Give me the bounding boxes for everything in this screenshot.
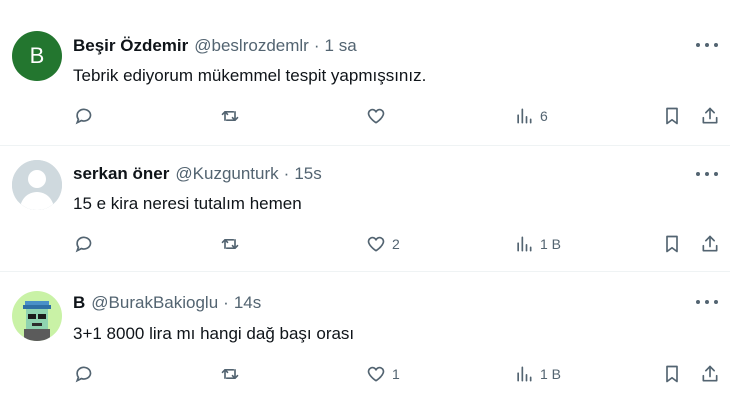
separator-dot: · [223, 293, 229, 312]
author-handle[interactable]: @beslrozdemlr [194, 36, 309, 56]
reply-button[interactable] [73, 103, 93, 129]
separator-dot: · [313, 36, 320, 55]
retweet-icon [221, 111, 239, 121]
timestamp[interactable]: 14s [234, 293, 261, 313]
author-name[interactable]: B [73, 293, 85, 313]
heart-icon [367, 108, 385, 124]
reply-button[interactable] [73, 231, 93, 257]
like-button[interactable]: 2 [366, 231, 400, 257]
views-count: 6 [540, 108, 548, 124]
views-count: 1 B [540, 366, 562, 382]
more-icon[interactable] [696, 169, 718, 179]
timestamp[interactable]: 1 sa [325, 36, 357, 56]
tweet-header: B @BurakBakioglu · 14s [73, 293, 261, 313]
timestamp[interactable]: 15s [294, 164, 321, 184]
avatar[interactable] [12, 291, 62, 341]
reply-icon [75, 236, 92, 253]
avatar[interactable]: B [12, 31, 62, 81]
replies-feed: B Beşir Özdemir @beslrozdemlr · 1 sa Teb… [0, 0, 730, 420]
bookmark-icon [666, 235, 678, 253]
likes-count: 2 [392, 236, 400, 252]
reply-icon [75, 366, 92, 383]
bookmark-button[interactable] [662, 231, 682, 257]
avatar[interactable] [12, 160, 62, 210]
author-handle[interactable]: @BurakBakioglu [91, 293, 218, 313]
share-icon [702, 235, 718, 252]
tweet[interactable]: B Beşir Özdemir @beslrozdemlr · 1 sa Teb… [0, 0, 730, 146]
tweet-text: 3+1 8000 lira mı hangi dağ başı orası [73, 324, 355, 343]
tweet-text: 15 e kira neresi tutalım hemen [73, 194, 302, 213]
retweet-icon [221, 239, 239, 249]
share-icon [702, 107, 718, 124]
author-name[interactable]: serkan öner [73, 164, 169, 184]
retweet-button[interactable] [220, 231, 240, 257]
views-button[interactable]: 1 B [514, 231, 561, 257]
views-icon [517, 366, 532, 382]
reply-button[interactable] [73, 361, 93, 387]
like-button[interactable] [366, 103, 386, 129]
heart-icon [367, 236, 385, 252]
bookmark-button[interactable] [662, 361, 682, 387]
share-button[interactable] [700, 361, 720, 387]
tweet-actions: 2 1 B [0, 231, 730, 257]
views-icon [517, 108, 532, 124]
retweet-button[interactable] [220, 361, 240, 387]
pixel-avatar-icon [12, 291, 62, 341]
heart-icon [367, 366, 385, 382]
author-name[interactable]: Beşir Özdemir [73, 36, 188, 56]
tweet-header: Beşir Özdemir @beslrozdemlr · 1 sa [73, 36, 357, 56]
share-icon [702, 365, 718, 382]
reply-icon [75, 108, 92, 125]
tweet[interactable]: B @BurakBakioglu · 14s 3+1 8000 lira mı … [0, 273, 730, 420]
more-icon[interactable] [696, 40, 718, 50]
views-icon [517, 236, 532, 252]
separator-dot: · [283, 164, 290, 183]
likes-count: 1 [392, 366, 400, 382]
retweet-icon [221, 369, 239, 379]
tweet[interactable]: serkan öner @Kuzgunturk · 15s 15 e kira … [0, 147, 730, 272]
tweet-header: serkan öner @Kuzgunturk · 15s [73, 164, 322, 184]
bookmark-button[interactable] [662, 103, 682, 129]
tweet-actions: 6 [0, 103, 730, 129]
bookmark-icon [666, 107, 678, 125]
views-count: 1 B [540, 236, 562, 252]
views-button[interactable]: 6 [514, 103, 548, 129]
share-button[interactable] [700, 103, 720, 129]
tweet-text: Tebrik ediyorum mükemmel tespit yapmışsı… [73, 66, 427, 85]
more-icon[interactable] [696, 297, 718, 307]
retweet-button[interactable] [220, 103, 240, 129]
default-avatar-icon [12, 160, 62, 210]
bookmark-icon [666, 365, 678, 383]
share-button[interactable] [700, 231, 720, 257]
views-button[interactable]: 1 B [514, 361, 561, 387]
avatar-letter: B [29, 43, 45, 68]
like-button[interactable]: 1 [366, 361, 400, 387]
tweet-actions: 1 1 B [0, 361, 730, 387]
author-handle[interactable]: @Kuzgunturk [175, 164, 278, 184]
